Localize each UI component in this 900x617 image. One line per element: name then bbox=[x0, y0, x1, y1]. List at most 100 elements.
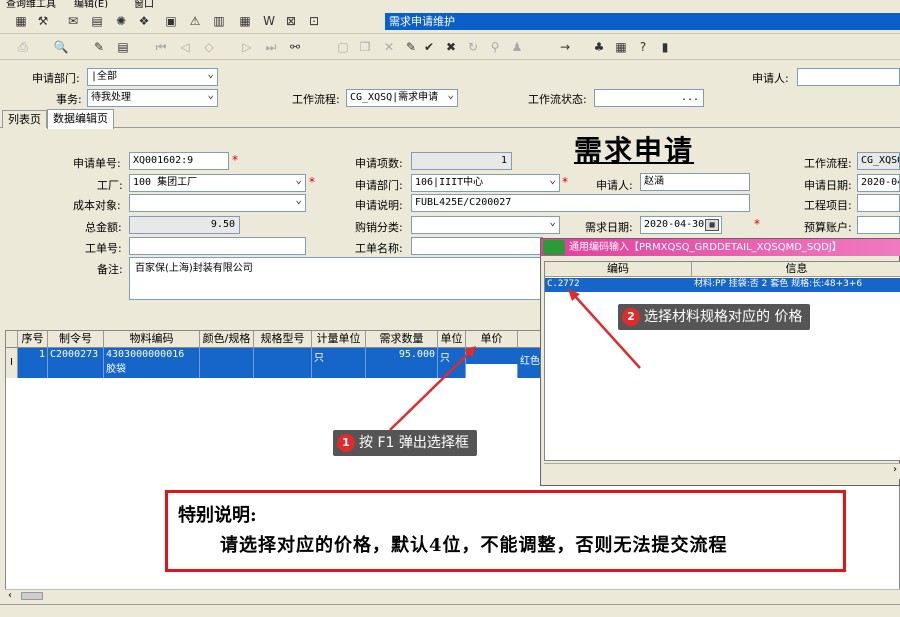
col-seq[interactable]: 序号 bbox=[18, 331, 48, 348]
ellipsis-button[interactable]: ... bbox=[681, 90, 699, 106]
budget-input[interactable] bbox=[857, 216, 900, 234]
save-icon[interactable]: ✎ bbox=[402, 38, 420, 56]
mail-icon[interactable]: ✉ bbox=[64, 12, 82, 30]
filter-task-select[interactable]: 待我处理 bbox=[87, 89, 218, 107]
work-name-input[interactable] bbox=[411, 237, 543, 255]
col-material-code[interactable]: 物料编码 bbox=[104, 331, 200, 348]
remark-textarea[interactable]: 百家保(上海)封装有限公司 bbox=[129, 257, 551, 300]
table-icon[interactable]: ▦ bbox=[236, 12, 254, 30]
scroll-thumb[interactable] bbox=[21, 592, 43, 600]
popup-row[interactable]: C.2772 材料:PP 挂袋:否 2 套色 规格:长:48+3+6 bbox=[545, 278, 900, 292]
scroll-left-icon[interactable]: ‹ bbox=[8, 590, 12, 601]
attach-icon[interactable]: ⚲ bbox=[486, 38, 504, 56]
word-icon[interactable]: W bbox=[260, 12, 278, 30]
last-record-icon[interactable]: ⏭ bbox=[262, 38, 280, 56]
work-name-label: 工单名称: bbox=[355, 242, 403, 255]
tab-list-page[interactable]: 列表页 bbox=[2, 110, 47, 128]
next-record-icon[interactable]: ▷ bbox=[238, 38, 256, 56]
cell-uom[interactable]: 只 bbox=[312, 348, 366, 378]
calendar-icon[interactable]: ▦ bbox=[705, 219, 719, 231]
project-input[interactable] bbox=[857, 194, 900, 212]
description-input[interactable]: FUBL425E/C200027 bbox=[411, 194, 750, 212]
filter-dept-select[interactable]: |全部 bbox=[87, 68, 218, 86]
filter-wf-status-input[interactable]: ... bbox=[594, 89, 704, 107]
tab-data-edit-page[interactable]: 数据编辑页 bbox=[47, 109, 114, 129]
cell-material-code: 4303000000016 bbox=[106, 349, 185, 360]
popup-row-info: 材料:PP 挂袋:否 2 套色 规格:长:48+3+6 bbox=[694, 279, 863, 289]
menu-window[interactable]: 窗口 bbox=[134, 0, 154, 8]
cancel-x-icon[interactable]: ✖ bbox=[442, 38, 460, 56]
col-color[interactable]: 颜色/规格 bbox=[200, 331, 254, 348]
gear-icon[interactable]: ✺ bbox=[112, 12, 130, 30]
exit-icon[interactable]: ▮ bbox=[656, 38, 674, 56]
col-unit[interactable]: 单位 bbox=[438, 331, 466, 348]
grid-icon[interactable]: ▦ bbox=[12, 12, 30, 30]
print-icon[interactable]: ⎙ bbox=[14, 38, 32, 56]
binoculars-icon[interactable]: ⚯ bbox=[286, 38, 304, 56]
scroll-right-icon[interactable]: › bbox=[893, 464, 897, 475]
callout-2-text: 选择材料规格对应的 价格 bbox=[644, 309, 803, 325]
refresh-icon[interactable]: ↻ bbox=[464, 38, 482, 56]
factory-select[interactable]: 100 集团工厂 bbox=[129, 174, 306, 192]
popup-col-code[interactable]: 编码 bbox=[545, 262, 692, 277]
cell-seq[interactable]: 1 bbox=[18, 348, 48, 378]
cell-spec[interactable] bbox=[254, 348, 312, 378]
filter-workflow-select[interactable]: CG_XQSQ|需求申请 bbox=[346, 89, 458, 107]
cell-unit[interactable]: 只 bbox=[438, 348, 466, 378]
demand-date-input[interactable]: 2020-04-30 ▦ bbox=[640, 216, 722, 234]
sheet-icon[interactable]: ▥ bbox=[210, 12, 228, 30]
toolbar-edit: ⎙ 🔍 ✎ ▤ ⏮ ◁ ◇ ▷ ⏭ ⚯ ▢ ❐ ✕ ✎ ✔ ✖ ↻ ⚲ ♟ → … bbox=[0, 34, 900, 60]
delete-row-icon[interactable]: ✕ bbox=[380, 38, 398, 56]
item-count-value: 1 bbox=[411, 152, 512, 170]
calculator-icon[interactable]: ▦ bbox=[612, 38, 630, 56]
confirm-check-icon[interactable]: ✔ bbox=[420, 38, 438, 56]
cost-object-select[interactable] bbox=[129, 194, 306, 212]
col-price[interactable]: 单价 bbox=[466, 331, 518, 348]
tree-icon[interactable]: ♣ bbox=[590, 38, 608, 56]
dropdown-nav-icon[interactable]: ◇ bbox=[200, 38, 218, 56]
col-qty[interactable]: 需求数量 bbox=[366, 331, 438, 348]
col-uom[interactable]: 计量单位 bbox=[312, 331, 366, 348]
export-icon[interactable]: ⊡ bbox=[305, 12, 323, 30]
applicant-input[interactable]: 赵涵 bbox=[640, 173, 750, 191]
cell-price-editor[interactable] bbox=[466, 364, 518, 378]
purchase-type-select[interactable] bbox=[411, 216, 560, 234]
monitor-icon[interactable]: ▣ bbox=[162, 12, 180, 30]
help-icon[interactable]: ? bbox=[634, 38, 652, 56]
first-record-icon[interactable]: ⏮ bbox=[152, 38, 170, 56]
work-no-input[interactable] bbox=[129, 237, 306, 255]
edit-icon[interactable]: ✎ bbox=[90, 38, 108, 56]
cell-color[interactable] bbox=[200, 348, 254, 378]
menu-tools[interactable]: 查询维工具 bbox=[6, 0, 56, 8]
col-spec[interactable]: 规格型号 bbox=[254, 331, 312, 348]
apply-date-input[interactable]: 2020-04- bbox=[857, 174, 900, 192]
cell-order[interactable]: C2000273 bbox=[48, 348, 104, 378]
chart-icon[interactable]: ⚠ bbox=[186, 12, 204, 30]
user-icon[interactable]: ♟ bbox=[508, 38, 526, 56]
preview-icon[interactable]: 🔍 bbox=[52, 38, 70, 56]
order-no-label: 申请单号: bbox=[73, 157, 121, 170]
col-order[interactable]: 制令号 bbox=[48, 331, 104, 348]
budget-label: 预算账户: bbox=[804, 221, 852, 234]
document-icon[interactable]: ▤ bbox=[88, 12, 106, 30]
popup-scrollbar[interactable]: › bbox=[544, 463, 900, 479]
tools-icon[interactable]: ⚒ bbox=[34, 12, 52, 30]
order-no-input[interactable]: XQ001602:9 bbox=[129, 152, 229, 170]
form-icon[interactable]: ▤ bbox=[114, 38, 132, 56]
cell-material[interactable]: 4303000000016 胶袋 bbox=[104, 348, 200, 378]
tag-icon[interactable]: ❖ bbox=[135, 12, 153, 30]
new-icon[interactable]: ▢ bbox=[334, 38, 352, 56]
arrow-right-icon[interactable]: → bbox=[556, 38, 574, 56]
prev-record-icon[interactable]: ◁ bbox=[176, 38, 194, 56]
app-logo-icon bbox=[543, 240, 565, 255]
excel-icon[interactable]: ⊠ bbox=[282, 12, 300, 30]
copy-icon[interactable]: ❐ bbox=[356, 38, 374, 56]
apply-dept-label: 申请部门: bbox=[355, 179, 403, 192]
popup-col-info[interactable]: 信息 bbox=[692, 262, 900, 277]
cell-qty[interactable]: 95.000 bbox=[366, 348, 438, 378]
apply-dept-select[interactable]: 106|IIIT中心 bbox=[411, 174, 560, 192]
menu-edit[interactable]: 编辑(E) bbox=[74, 0, 108, 8]
item-count-label: 申请项数: bbox=[355, 157, 403, 170]
filter-applicant-input[interactable] bbox=[797, 68, 900, 86]
horizontal-scrollbar[interactable]: ‹ bbox=[5, 589, 900, 602]
